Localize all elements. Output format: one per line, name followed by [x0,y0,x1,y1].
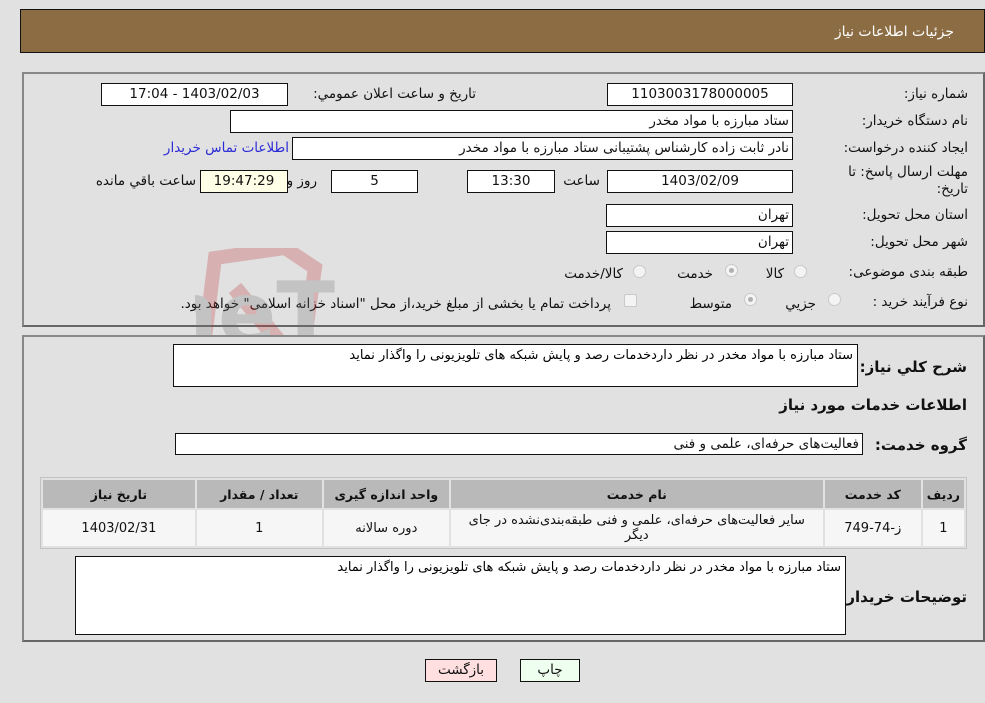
days-label: روز و [286,173,317,189]
cell-need-date: 1403/02/31 [43,510,195,546]
back-button[interactable]: بازگشت [425,659,497,682]
deadline-date-field[interactable]: 1403/02/09 [607,170,793,193]
deadline-time-label: ساعت [563,173,600,189]
category-option-service: خدمت [677,266,713,282]
col-row-number: ردیف [922,480,964,508]
page-title: جزئیات اطلاعات نیاز [834,24,954,40]
buyer-org-field[interactable]: ستاد مبارزه با مواد مخدر [230,110,793,133]
general-desc-label: شرح کلي نیاز: [859,358,967,376]
category-label: طبقه بندی موضوعی: [848,264,968,280]
category-radio-goods[interactable] [794,265,807,278]
cell-service-name: سایر فعالیت‌های حرفه‌ای، علمی و فنی طبقه… [450,510,823,546]
treasury-checkbox[interactable] [624,294,637,307]
category-radio-service[interactable] [725,264,738,277]
col-unit: واحد اندازه گیری [323,480,449,508]
deadline-label: مهلت ارسال پاسخ: تا تاریخ: [848,164,968,197]
cell-row-number: 1 [922,510,964,546]
cell-service-code: ز-74-749 [824,510,921,546]
category-option-goods-service: کالا/خدمت [564,266,623,282]
service-group-field[interactable]: فعالیت‌های حرفه‌ای، علمی و فنی [175,433,863,455]
announce-datetime-field[interactable]: 1403/02/03 - 17:04 [101,83,288,106]
requester-label: ایجاد کننده درخواست: [843,140,968,156]
purchase-type-label: نوع فرآیند خرید : [872,294,968,310]
cell-quantity: 1 [196,510,322,546]
announce-datetime-label: تاریخ و ساعت اعلان عمومي: [313,86,476,102]
need-number-label: شماره نیاز: [903,86,968,102]
category-option-goods: کالا [765,266,784,282]
need-number-field[interactable]: 1103003178000005 [607,83,793,106]
purchase-type-option-minor: جزیي [785,296,816,312]
table-header-row: ردیف کد خدمت نام خدمت واحد اندازه گیری ت… [43,480,964,508]
buyer-notes-textarea[interactable]: ستاد مبارزه با مواد مخدر در نظر داردخدما… [75,556,846,635]
city-label: شهر محل تحویل: [870,234,968,250]
col-need-date: تاریخ نیاز [43,480,195,508]
col-service-name: نام خدمت [450,480,823,508]
col-service-code: کد خدمت [824,480,921,508]
days-remaining-field[interactable]: 5 [331,170,418,193]
general-desc-textarea[interactable]: ستاد مبارزه با مواد مخدر در نظر داردخدما… [173,344,858,387]
time-remaining-label: ساعت باقي مانده [95,173,196,189]
buyer-notes-label: توضیحات خریدار: [840,588,967,606]
treasury-note: پرداخت تمام یا بخشی از مبلغ خرید،از محل … [180,296,611,312]
page-header: جزئیات اطلاعات نیاز [20,9,985,53]
time-remaining-field: 19:47:29 [200,170,288,193]
services-table: ردیف کد خدمت نام خدمت واحد اندازه گیری ت… [40,477,967,549]
category-radio-goods-service[interactable] [633,265,646,278]
requester-field[interactable]: نادر ثابت زاده کارشناس پشتیبانی ستاد مبا… [292,137,793,160]
purchase-type-radio-minor[interactable] [828,293,841,306]
province-label: استان محل تحویل: [862,207,968,223]
col-quantity: تعداد / مقدار [196,480,322,508]
city-field[interactable]: تهران [606,231,793,254]
table-row: 1 ز-74-749 سایر فعالیت‌های حرفه‌ای، علمی… [43,510,964,546]
buyer-org-label: نام دستگاه خریدار: [861,113,968,129]
services-heading: اطلاعات خدمات مورد نیاز [779,396,967,414]
purchase-type-radio-medium[interactable] [744,293,757,306]
deadline-time-field[interactable]: 13:30 [467,170,555,193]
province-field[interactable]: تهران [606,204,793,227]
cell-unit: دوره سالانه [323,510,449,546]
buyer-contact-link[interactable]: اطلاعات تماس خریدار [164,140,289,156]
service-group-label: گروه خدمت: [874,436,967,454]
print-button[interactable]: چاپ [520,659,580,682]
purchase-type-option-medium: متوسط [689,296,732,312]
